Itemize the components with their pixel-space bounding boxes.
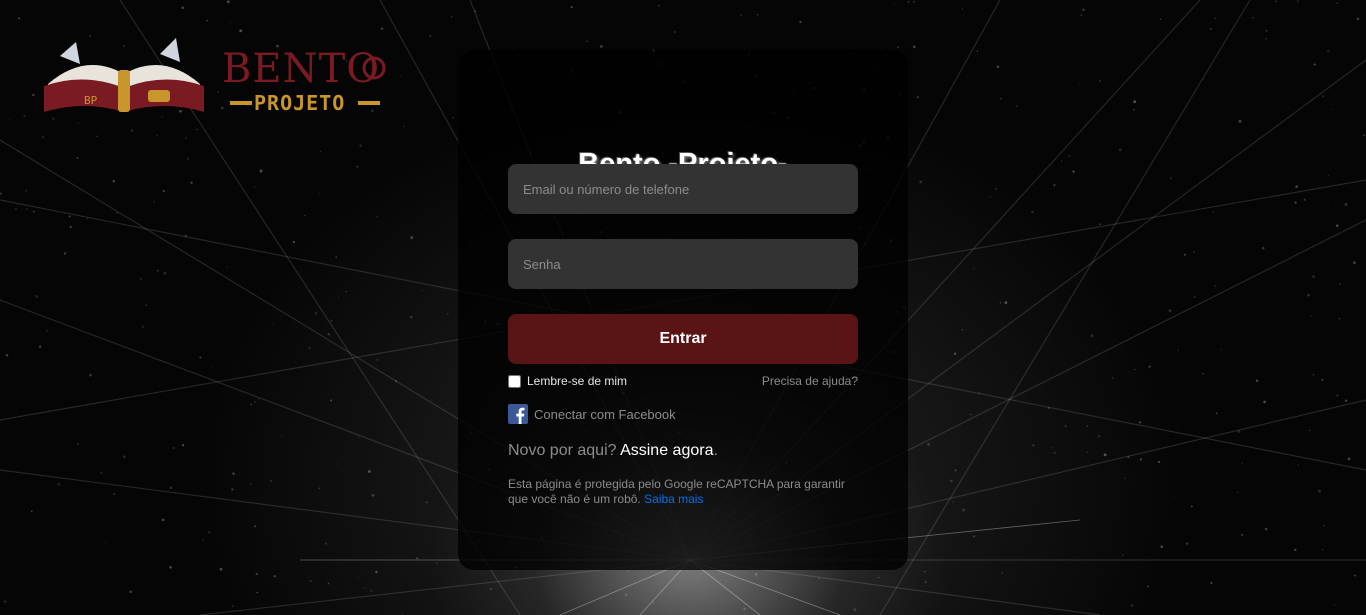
login-card: Bento -Projeto- Entrar Lembre-se de mim …	[458, 50, 908, 570]
logo-sub: PROJETO	[254, 91, 345, 115]
remember-me[interactable]: Lembre-se de mim	[508, 373, 627, 389]
submit-button[interactable]: Entrar	[508, 314, 858, 364]
signup-prompt-text: Novo por aqui?	[508, 442, 617, 459]
signup-prompt: Novo por aqui? Assine agora.	[508, 442, 718, 460]
remember-checkbox[interactable]	[508, 374, 521, 388]
signup-end: .	[713, 442, 718, 459]
signup-link[interactable]: Assine agora	[620, 442, 713, 459]
remember-label: Lembre-se de mim	[527, 374, 628, 388]
help-link[interactable]: Precisa de ajuda?	[762, 374, 858, 388]
facebook-icon	[508, 404, 528, 424]
logo-word: BENTO	[222, 46, 380, 92]
book-badge: BP	[84, 94, 98, 107]
brand-logo[interactable]: BP BENTO PROJETO	[40, 34, 390, 116]
facebook-login-link[interactable]: Conectar com Facebook	[508, 404, 676, 424]
password-input[interactable]	[508, 239, 858, 289]
facebook-label: Conectar com Facebook	[534, 406, 676, 422]
recaptcha-notice: Esta página é protegida pelo Google reCA…	[508, 477, 858, 507]
learn-more-link[interactable]: Saiba mais	[644, 492, 703, 506]
email-input[interactable]	[508, 164, 858, 214]
